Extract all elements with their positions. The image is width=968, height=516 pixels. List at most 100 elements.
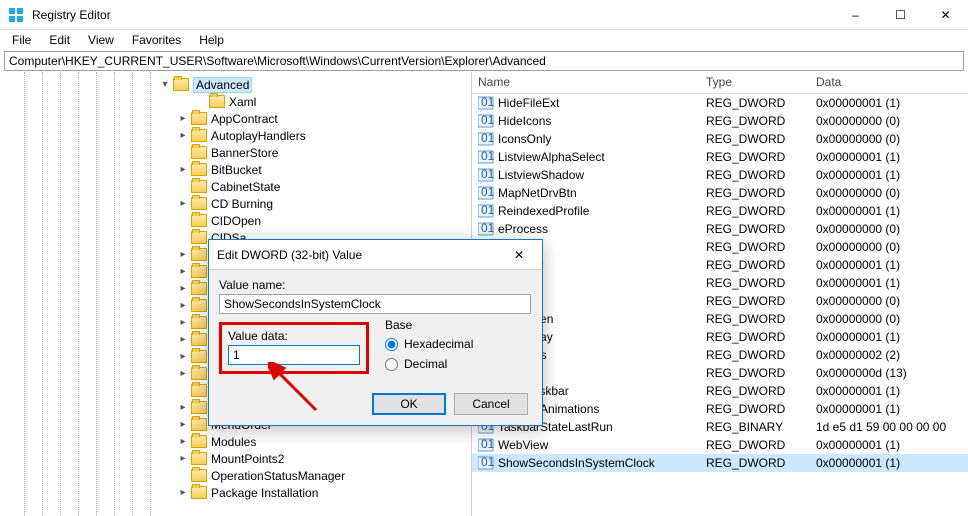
tree-item[interactable]: ▸Package Installation [0,484,471,501]
menu-favorites[interactable]: Favorites [124,31,189,49]
minimize-button[interactable]: – [833,0,878,30]
table-row[interactable]: 011nuInitREG_DWORD0x0000000d (13) [472,364,968,382]
expander-icon[interactable]: ▸ [177,164,189,176]
value-data: 0x00000001 (1) [810,402,968,416]
dialog-titlebar[interactable]: Edit DWORD (32-bit) Value ✕ [209,240,542,270]
tree-item-label: BannerStore [211,146,278,160]
table-row[interactable]: 011archFilesREG_DWORD0x00000002 (2) [472,346,968,364]
table-row[interactable]: 011perHiddenREG_DWORD0x00000000 (0) [472,310,968,328]
table-row[interactable]: 011eProcessREG_DWORD0x00000000 (0) [472,220,968,238]
dialog-close-button[interactable]: ✕ [514,245,534,265]
svg-text:011: 011 [481,168,494,181]
value-data-label: Value data: [228,329,360,343]
menu-help[interactable]: Help [191,31,232,49]
table-row[interactable]: 011ListviewAlphaSelectREG_DWORD0x0000000… [472,148,968,166]
table-row[interactable]: 011atusBarREG_DWORD0x00000000 (0) [472,292,968,310]
table-row[interactable]: 011dminUIREG_DWORD0x00000000 (0) [472,238,968,256]
table-row[interactable]: 011mpColorREG_DWORD0x00000001 (1) [472,256,968,274]
expander-icon[interactable]: ▸ [177,436,189,448]
expander-icon[interactable]: ▸ [177,198,189,210]
ok-button[interactable]: OK [372,393,446,415]
regvalue-icon: 011 [478,132,494,146]
value-type: REG_DWORD [700,204,810,218]
expander-icon[interactable]: ▸ [177,334,189,346]
tree-item[interactable]: ▸ Modules [0,433,471,450]
maximize-button[interactable]: ☐ [878,0,923,30]
table-row[interactable]: 011HideFileExtREG_DWORD0x00000001 (1) [472,94,968,112]
menu-view[interactable]: View [80,31,122,49]
expander-icon[interactable]: ▸ [177,402,189,414]
regvalue-icon: 011 [478,222,494,236]
window-title: Registry Editor [32,8,833,22]
tree-item[interactable]: ▸AppContract [0,110,471,127]
regvalue-icon: 011 [478,204,494,218]
table-row[interactable]: 011MapNetDrvBtnREG_DWORD0x00000000 (0) [472,184,968,202]
col-type[interactable]: Type [700,72,810,93]
expander-icon[interactable]: ▸ [177,113,189,125]
expander-icon[interactable]: ▸ [177,453,189,465]
value-type: REG_DWORD [700,384,810,398]
expander-icon[interactable]: ▸ [177,130,189,142]
table-row[interactable]: 011psOnTaskbarREG_DWORD0x00000001 (1) [472,382,968,400]
tree-item[interactable]: ▸CD Burning [0,195,471,212]
expander-icon[interactable]: ▸ [177,266,189,278]
list-pane[interactable]: Name Type Data 011HideFileExtREG_DWORD0x… [472,72,968,516]
tree-item[interactable]: CabinetState [0,178,471,195]
table-row[interactable]: 011ReindexedProfileREG_DWORD0x00000001 (… [472,202,968,220]
tree-item[interactable]: ▸BitBucket [0,161,471,178]
tree-item-label: MountPoints2 [211,452,284,466]
table-row[interactable]: 011peOverlayREG_DWORD0x00000001 (1) [472,328,968,346]
table-row[interactable]: 011ShowSecondsInSystemClockREG_DWORD0x00… [472,454,968,472]
expander-icon[interactable]: ▸ [177,283,189,295]
svg-text:011: 011 [481,222,494,235]
value-data: 0x00000001 (1) [810,168,968,182]
value-type: REG_DWORD [700,312,810,326]
table-row[interactable]: 011TaskbarAnimationsREG_DWORD0x00000001 … [472,400,968,418]
base-hex-radio[interactable]: Hexadecimal [385,334,473,354]
table-row[interactable]: 011TaskbarStateLastRunREG_BINARY1d e5 d1… [472,418,968,436]
tree-item-advanced[interactable]: Advanced [193,77,252,93]
tree-item[interactable]: ▸ MountPoints2 [0,450,471,467]
value-data: 1d e5 d1 59 00 00 00 00 [810,420,968,434]
expander-icon[interactable]: ▸ [177,351,189,363]
base-dec-radio[interactable]: Decimal [385,354,473,374]
expander-icon[interactable]: ▸ [177,300,189,312]
menu-file[interactable]: File [4,31,39,49]
expander-icon[interactable]: ▸ [177,487,189,499]
expander-icon[interactable]: ▸ [177,249,189,261]
value-type: REG_DWORD [700,258,810,272]
expander-icon[interactable]: ▸ [177,317,189,329]
col-name[interactable]: Name [472,72,700,93]
tree-item[interactable]: ▸AutoplayHandlers [0,127,471,144]
tree-item[interactable]: CIDOpen [0,212,471,229]
address-bar[interactable]: Computer\HKEY_CURRENT_USER\Software\Micr… [4,51,964,71]
folder-icon [191,112,207,125]
expander-icon[interactable]: ▸ [177,419,189,431]
cancel-button[interactable]: Cancel [454,393,528,415]
value-data-field[interactable] [228,345,360,365]
regvalue-icon: 011 [478,438,494,452]
expander-icon[interactable]: ▾ [159,79,171,91]
tree-item[interactable]: Xaml [0,93,471,110]
regvalue-icon: 011 [478,96,494,110]
tree-item-label: CIDOpen [211,214,261,228]
table-row[interactable]: 011WebViewREG_DWORD0x00000001 (1) [472,436,968,454]
svg-text:011: 011 [481,132,494,145]
table-row[interactable]: 011oTipREG_DWORD0x00000001 (1) [472,274,968,292]
value-name: HideFileExt [498,96,559,110]
tree-item[interactable]: OperationStatusManager [0,467,471,484]
tree-item-label: Xaml [229,95,256,109]
table-row[interactable]: 011ListviewShadowREG_DWORD0x00000001 (1) [472,166,968,184]
value-name-field[interactable] [219,294,531,314]
tree-item-label: Modules [211,435,256,449]
menu-edit[interactable]: Edit [41,31,78,49]
expander-icon[interactable]: ▸ [177,368,189,380]
table-row[interactable]: 011HideIconsREG_DWORD0x00000000 (0) [472,112,968,130]
table-row[interactable]: 011IconsOnlyREG_DWORD0x00000000 (0) [472,130,968,148]
close-button[interactable]: ✕ [923,0,968,30]
folder-icon [191,146,207,159]
tree-item[interactable]: BannerStore [0,144,471,161]
col-data[interactable]: Data [810,72,968,93]
titlebar: Registry Editor – ☐ ✕ [0,0,968,30]
value-data: 0x00000000 (0) [810,240,968,254]
